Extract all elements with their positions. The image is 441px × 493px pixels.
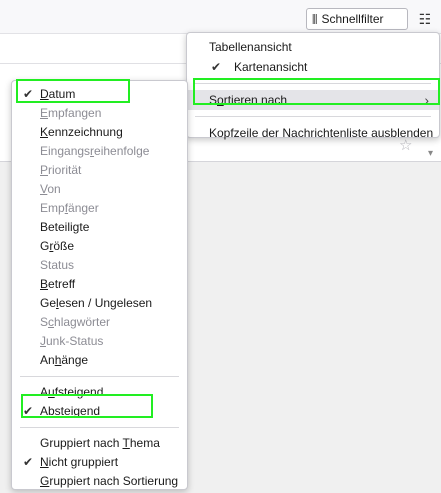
menu-item-label: Größe	[40, 239, 75, 253]
menu-separator	[195, 83, 431, 84]
menu-item-label: Nicht gruppiert	[40, 455, 119, 469]
menu-item-junk-status: Junk-Status	[12, 332, 187, 351]
checkmark-icon: ✔	[23, 404, 34, 418]
quickfilter-button[interactable]: ⫴ Schnellfilter	[306, 8, 408, 30]
menu-item-label: Anhänge	[40, 353, 89, 367]
menu-item-kennzeichnung[interactable]: Kennzeichnung	[12, 123, 187, 142]
menu-item-label: Beteiligte	[40, 220, 90, 234]
menu-item-hide-list-header[interactable]: Kopfzeile der Nachrichtenliste ausblende…	[187, 123, 439, 143]
menu-item-label: Schlagwörter	[40, 315, 111, 329]
menu-item-status: Status	[12, 256, 187, 275]
menu-item-sort-by[interactable]: Sortieren nach ›	[187, 90, 439, 110]
menu-item-label: Empfänger	[40, 201, 99, 215]
menu-item-nicht-gruppiert[interactable]: ✔ Nicht gruppiert	[12, 453, 187, 472]
checkmark-icon: ✔	[23, 87, 34, 101]
menu-item-gruppiert-nach-thema[interactable]: Gruppiert nach Thema	[12, 434, 187, 453]
menu-item-label: Empfangen	[40, 106, 102, 120]
chevron-right-icon: ›	[424, 92, 429, 108]
menu-item-label: Von	[40, 182, 61, 196]
sort-by-submenu: ✔ Datum Empfangen Kennzeichnung Eingangsreih…	[11, 80, 188, 490]
menu-item-gelesen-ungelesen[interactable]: Gelesen / Ungelesen	[12, 294, 187, 313]
menu-item-eingangsreihenfolge: Eingangsreihenfolge	[12, 142, 187, 161]
menu-item-priorität: Priorität	[12, 161, 187, 180]
menu-item-label: Absteigend	[40, 404, 101, 418]
menu-item-label: Aufsteigend	[40, 385, 104, 399]
sort-field-group: ✔ Datum Empfangen Kennzeichnung Eingangsreih…	[12, 85, 187, 370]
sort-order-group: Aufsteigend ✔ Absteigend	[12, 383, 187, 421]
menu-item-table-view[interactable]: Tabellenansicht	[187, 37, 439, 57]
menu-item-datum[interactable]: ✔ Datum	[12, 85, 187, 104]
menu-item-label: Betreff	[40, 277, 76, 291]
menu-item-card-view[interactable]: ✔ Kartenansicht	[187, 57, 439, 77]
menu-item-größe[interactable]: Größe	[12, 237, 187, 256]
menu-item-gruppiert-nach-sortierung[interactable]: Gruppiert nach Sortierung	[12, 472, 187, 491]
scroll-down-icon[interactable]: ▾	[428, 148, 433, 159]
grouping-group: Gruppiert nach Thema ✔ Nicht gruppiert Grup…	[12, 434, 187, 491]
menu-separator	[20, 376, 179, 377]
menu-item-label: Gruppiert nach Sortierung	[40, 474, 179, 488]
menu-item-label: Junk-Status	[40, 334, 104, 348]
menu-separator	[195, 116, 431, 117]
menu-item-label: Gelesen / Ungelesen	[40, 296, 153, 310]
view-options-menu: Tabellenansicht ✔ Kartenansicht Sortiere…	[186, 32, 440, 140]
menu-item-label: Sortieren nach	[209, 93, 288, 107]
menu-item-empfangen: Empfangen	[12, 104, 187, 123]
menu-item-empfänger: Empfänger	[12, 199, 187, 218]
menu-item-aufsteigend[interactable]: Aufsteigend	[12, 383, 187, 402]
menu-item-label: Datum	[40, 87, 76, 101]
message-list-toolbar: ⫴ Schnellfilter ☷	[0, 0, 441, 34]
menu-item-label: Kennzeichnung	[40, 125, 123, 139]
menu-item-label: Kopfzeile der Nachrichtenliste ausblende…	[209, 126, 434, 140]
quickfilter-label: Schnellfilter	[321, 12, 384, 26]
menu-item-schlagwörter: Schlagwörter	[12, 313, 187, 332]
menu-item-label: Kartenansicht	[234, 60, 308, 74]
menu-item-label: Tabellenansicht	[209, 40, 292, 54]
menu-item-absteigend[interactable]: ✔ Absteigend	[12, 402, 187, 421]
menu-item-betreff[interactable]: Betreff	[12, 275, 187, 294]
menu-separator	[20, 427, 179, 428]
checkmark-icon: ✔	[23, 455, 34, 469]
filter-icon: ⫴	[312, 11, 318, 27]
checkmark-icon: ✔	[211, 60, 222, 74]
menu-item-label: Eingangsreihenfolge	[40, 144, 150, 158]
app-window: ⫴ Schnellfilter ☷ ☆ ▾ Tabellenansicht ✔ …	[0, 0, 441, 493]
menu-item-label: Gruppiert nach Thema	[40, 436, 160, 450]
sliders-icon[interactable]: ☷	[415, 9, 435, 29]
menu-item-beteiligte[interactable]: Beteiligte	[12, 218, 187, 237]
menu-item-von: Von	[12, 180, 187, 199]
menu-item-label: Status	[40, 258, 75, 272]
menu-item-anhänge[interactable]: Anhänge	[12, 351, 187, 370]
menu-item-label: Priorität	[40, 163, 82, 177]
